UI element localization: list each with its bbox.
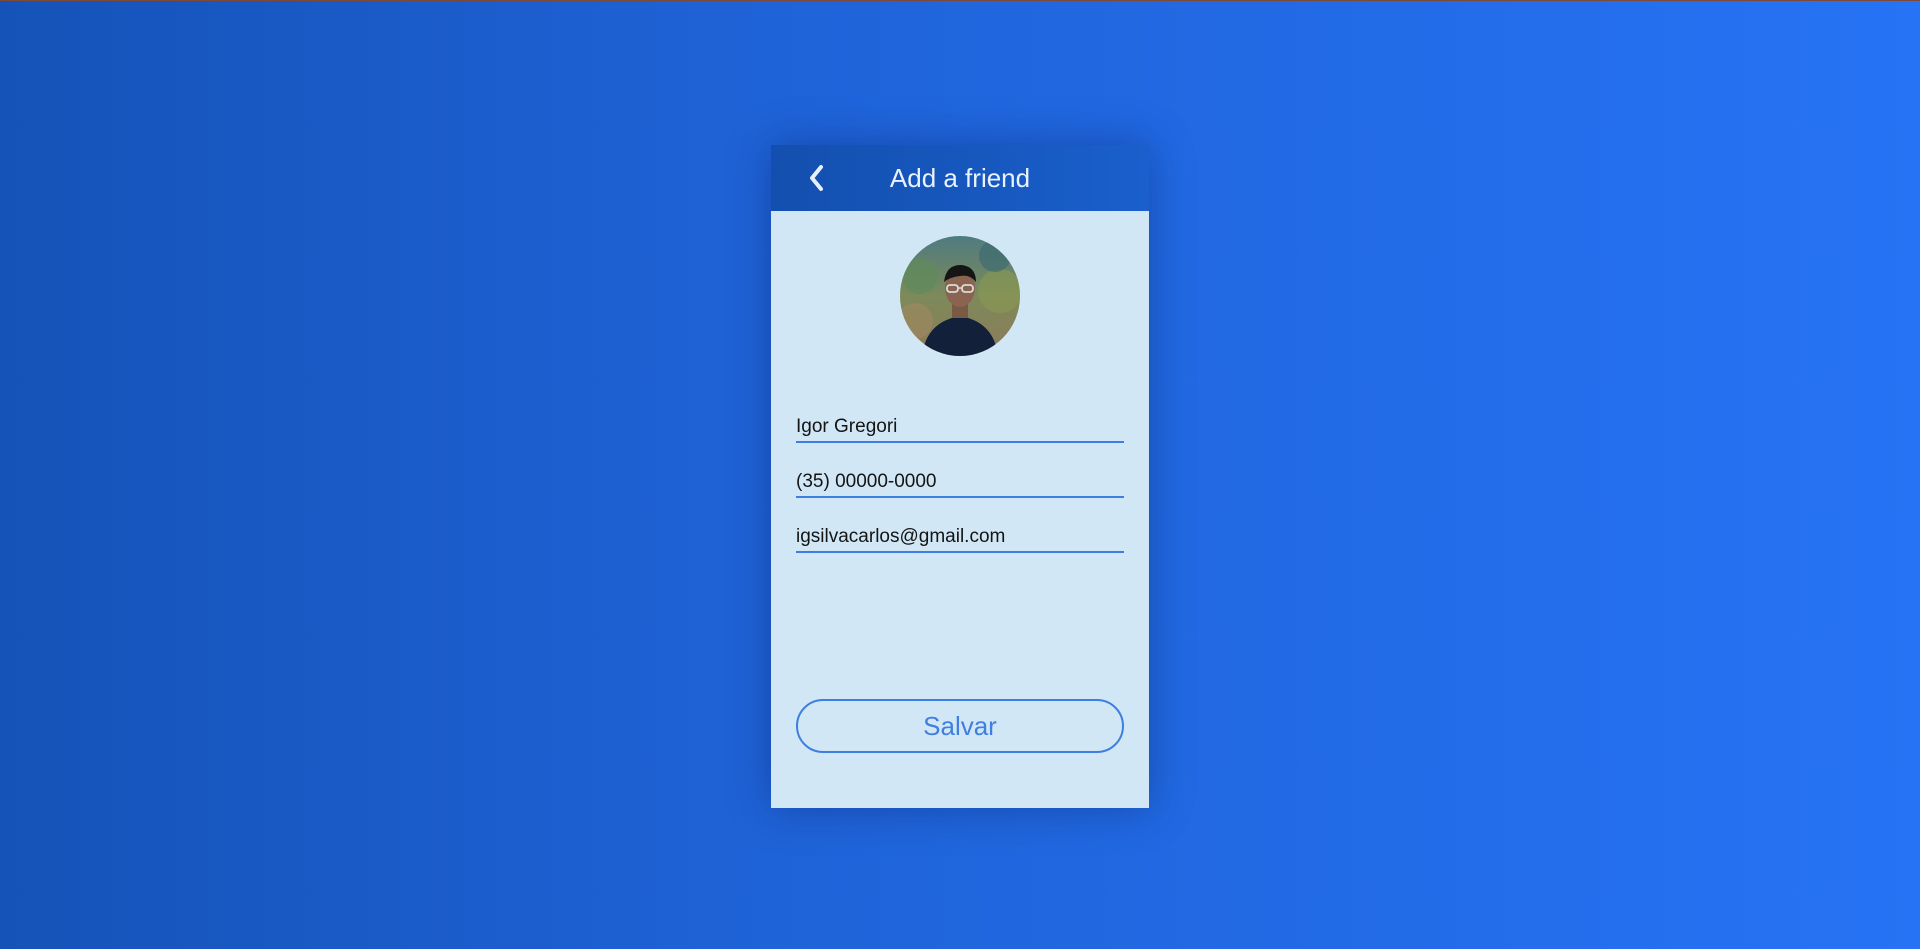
back-button[interactable] (803, 161, 829, 195)
avatar-photo (900, 236, 1020, 356)
add-friend-card: Add a friend Salva (771, 145, 1149, 808)
card-header: Add a friend (771, 145, 1149, 211)
chevron-left-icon (810, 165, 823, 191)
name-field[interactable] (796, 415, 1124, 443)
email-field[interactable] (796, 525, 1124, 553)
save-button[interactable]: Salvar (796, 699, 1124, 753)
page-title: Add a friend (889, 162, 1031, 193)
avatar[interactable] (900, 236, 1020, 356)
phone-field[interactable] (796, 470, 1124, 498)
